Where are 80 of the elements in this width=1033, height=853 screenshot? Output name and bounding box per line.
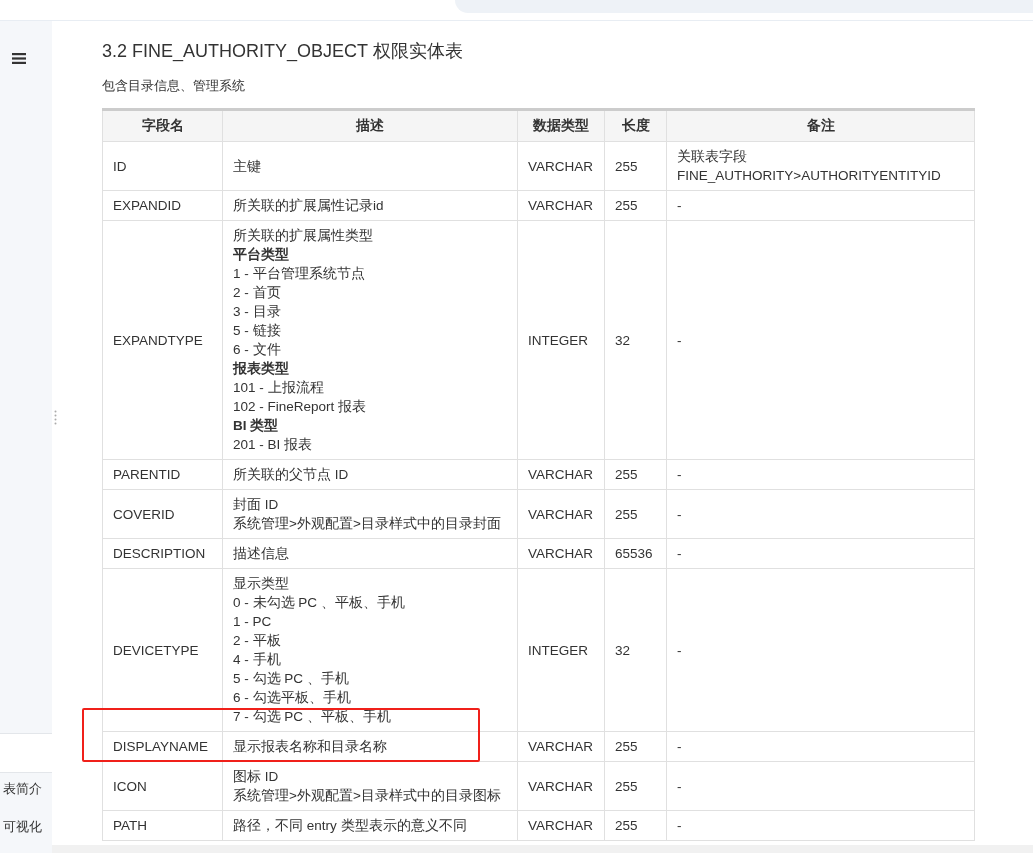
table-cell: 65536	[604, 538, 667, 569]
table-cell: -	[666, 489, 975, 539]
section-title: 3.2 FINE_AUTHORITY_OBJECT 权限实体表	[102, 40, 464, 64]
cell-text-line: 平台类型	[233, 246, 290, 264]
cell-text-line: 封面 ID	[233, 496, 280, 514]
cell-text-line: 所关联的扩展属性类型	[233, 227, 374, 245]
table-cell: INTEGER	[517, 568, 605, 732]
cell-text-line: 3 - 目录	[233, 303, 282, 321]
table-cell: -	[666, 538, 975, 569]
cell-text-line: BI 类型	[233, 417, 280, 435]
cell-text-line: 4 - 手机	[233, 651, 282, 669]
cell-text-line: 2 - 平板	[233, 632, 282, 650]
column-header: 备注	[666, 109, 975, 142]
column-header: 字段名	[102, 109, 223, 142]
table-cell: VARCHAR	[517, 761, 605, 811]
table-cell: DEVICETYPE	[102, 568, 223, 732]
table-cell: VARCHAR	[517, 538, 605, 569]
table-cell: 所关联的扩展属性记录id	[222, 190, 518, 221]
table-cell: VARCHAR	[517, 459, 605, 490]
table-cell: -	[666, 810, 975, 841]
table-cell: PARENTID	[102, 459, 223, 490]
table-cell: VARCHAR	[517, 731, 605, 762]
table-cell: ICON	[102, 761, 223, 811]
table-cell: 255	[604, 489, 667, 539]
table-cell: 32	[604, 220, 667, 460]
column-header: 数据类型	[517, 109, 605, 142]
cell-text-line: 1 - PC	[233, 613, 273, 631]
section-description: 包含目录信息、管理系统	[102, 77, 246, 95]
table-cell: 描述信息	[222, 538, 518, 569]
cell-text-line: 5 - 勾选 PC 、手机	[233, 670, 350, 688]
table-cell: VARCHAR	[517, 489, 605, 539]
table-cell: DISPLAYNAME	[102, 731, 223, 762]
table-cell: -	[666, 459, 975, 490]
table-cell: COVERID	[102, 489, 223, 539]
table-cell: 所关联的父节点 ID	[222, 459, 518, 490]
table-cell: -	[666, 220, 975, 460]
table-cell: 路径，不同 entry 类型表示的意义不同	[222, 810, 518, 841]
cell-text-line: 0 - 未勾选 PC 、平板、手机	[233, 594, 406, 612]
table-cell: 255	[604, 731, 667, 762]
table-cell: EXPANDTYPE	[102, 220, 223, 460]
table-cell: VARCHAR	[517, 141, 605, 191]
cell-text-line: 6 - 文件	[233, 341, 282, 359]
cell-text-line: 102 - FineReport 报表	[233, 398, 368, 416]
table-cell: 255	[604, 761, 667, 811]
column-header: 长度	[604, 109, 667, 142]
table-cell: 255	[604, 810, 667, 841]
column-header: 描述	[222, 109, 518, 142]
table-cell: 255	[604, 190, 667, 221]
table-cell: VARCHAR	[517, 810, 605, 841]
table-cell: EXPANDID	[102, 190, 223, 221]
cell-text-line: 1 - 平台管理系统节点	[233, 265, 366, 283]
cell-text-line: 201 - BI 报表	[233, 436, 314, 454]
cell-text-line: 101 - 上报流程	[233, 379, 325, 397]
cell-text-line: 系统管理>外观配置>目录样式中的目录图标	[233, 787, 502, 805]
table-cell: INTEGER	[517, 220, 605, 460]
cell-text-line: 系统管理>外观配置>目录样式中的目录封面	[233, 515, 502, 533]
table-cell: 32	[604, 568, 667, 732]
table-cell: -	[666, 761, 975, 811]
table-cell: -	[666, 190, 975, 221]
cell-text-line: 6 - 勾选平板、手机	[233, 689, 352, 707]
table-cell: 255	[604, 459, 667, 490]
cell-text-line: 关联表字段	[677, 148, 748, 166]
table-cell: 255	[604, 141, 667, 191]
table-cell: -	[666, 568, 975, 732]
menu-icon[interactable]	[12, 53, 26, 64]
table-cell: 主键	[222, 141, 518, 191]
table-cell: DESCRIPTION	[102, 538, 223, 569]
sidebar-item[interactable]: 表简介	[0, 779, 52, 799]
cell-text-line: 2 - 首页	[233, 284, 282, 302]
table-cell: PATH	[102, 810, 223, 841]
table-cell: ID	[102, 141, 223, 191]
cell-text-line: 显示类型	[233, 575, 290, 593]
table-cell: VARCHAR	[517, 190, 605, 221]
cell-text-line: 7 - 勾选 PC 、平板、手机	[233, 708, 392, 726]
cell-text-line: FINE_AUTHORITY>AUTHORITYENTITYID	[677, 167, 942, 185]
cell-text-line: 报表类型	[233, 360, 290, 378]
sidebar-item[interactable]: 可视化	[0, 817, 52, 837]
cell-text-line: 5 - 链接	[233, 322, 282, 340]
cell-text-line: 图标 ID	[233, 768, 280, 786]
table-cell: -	[666, 731, 975, 762]
